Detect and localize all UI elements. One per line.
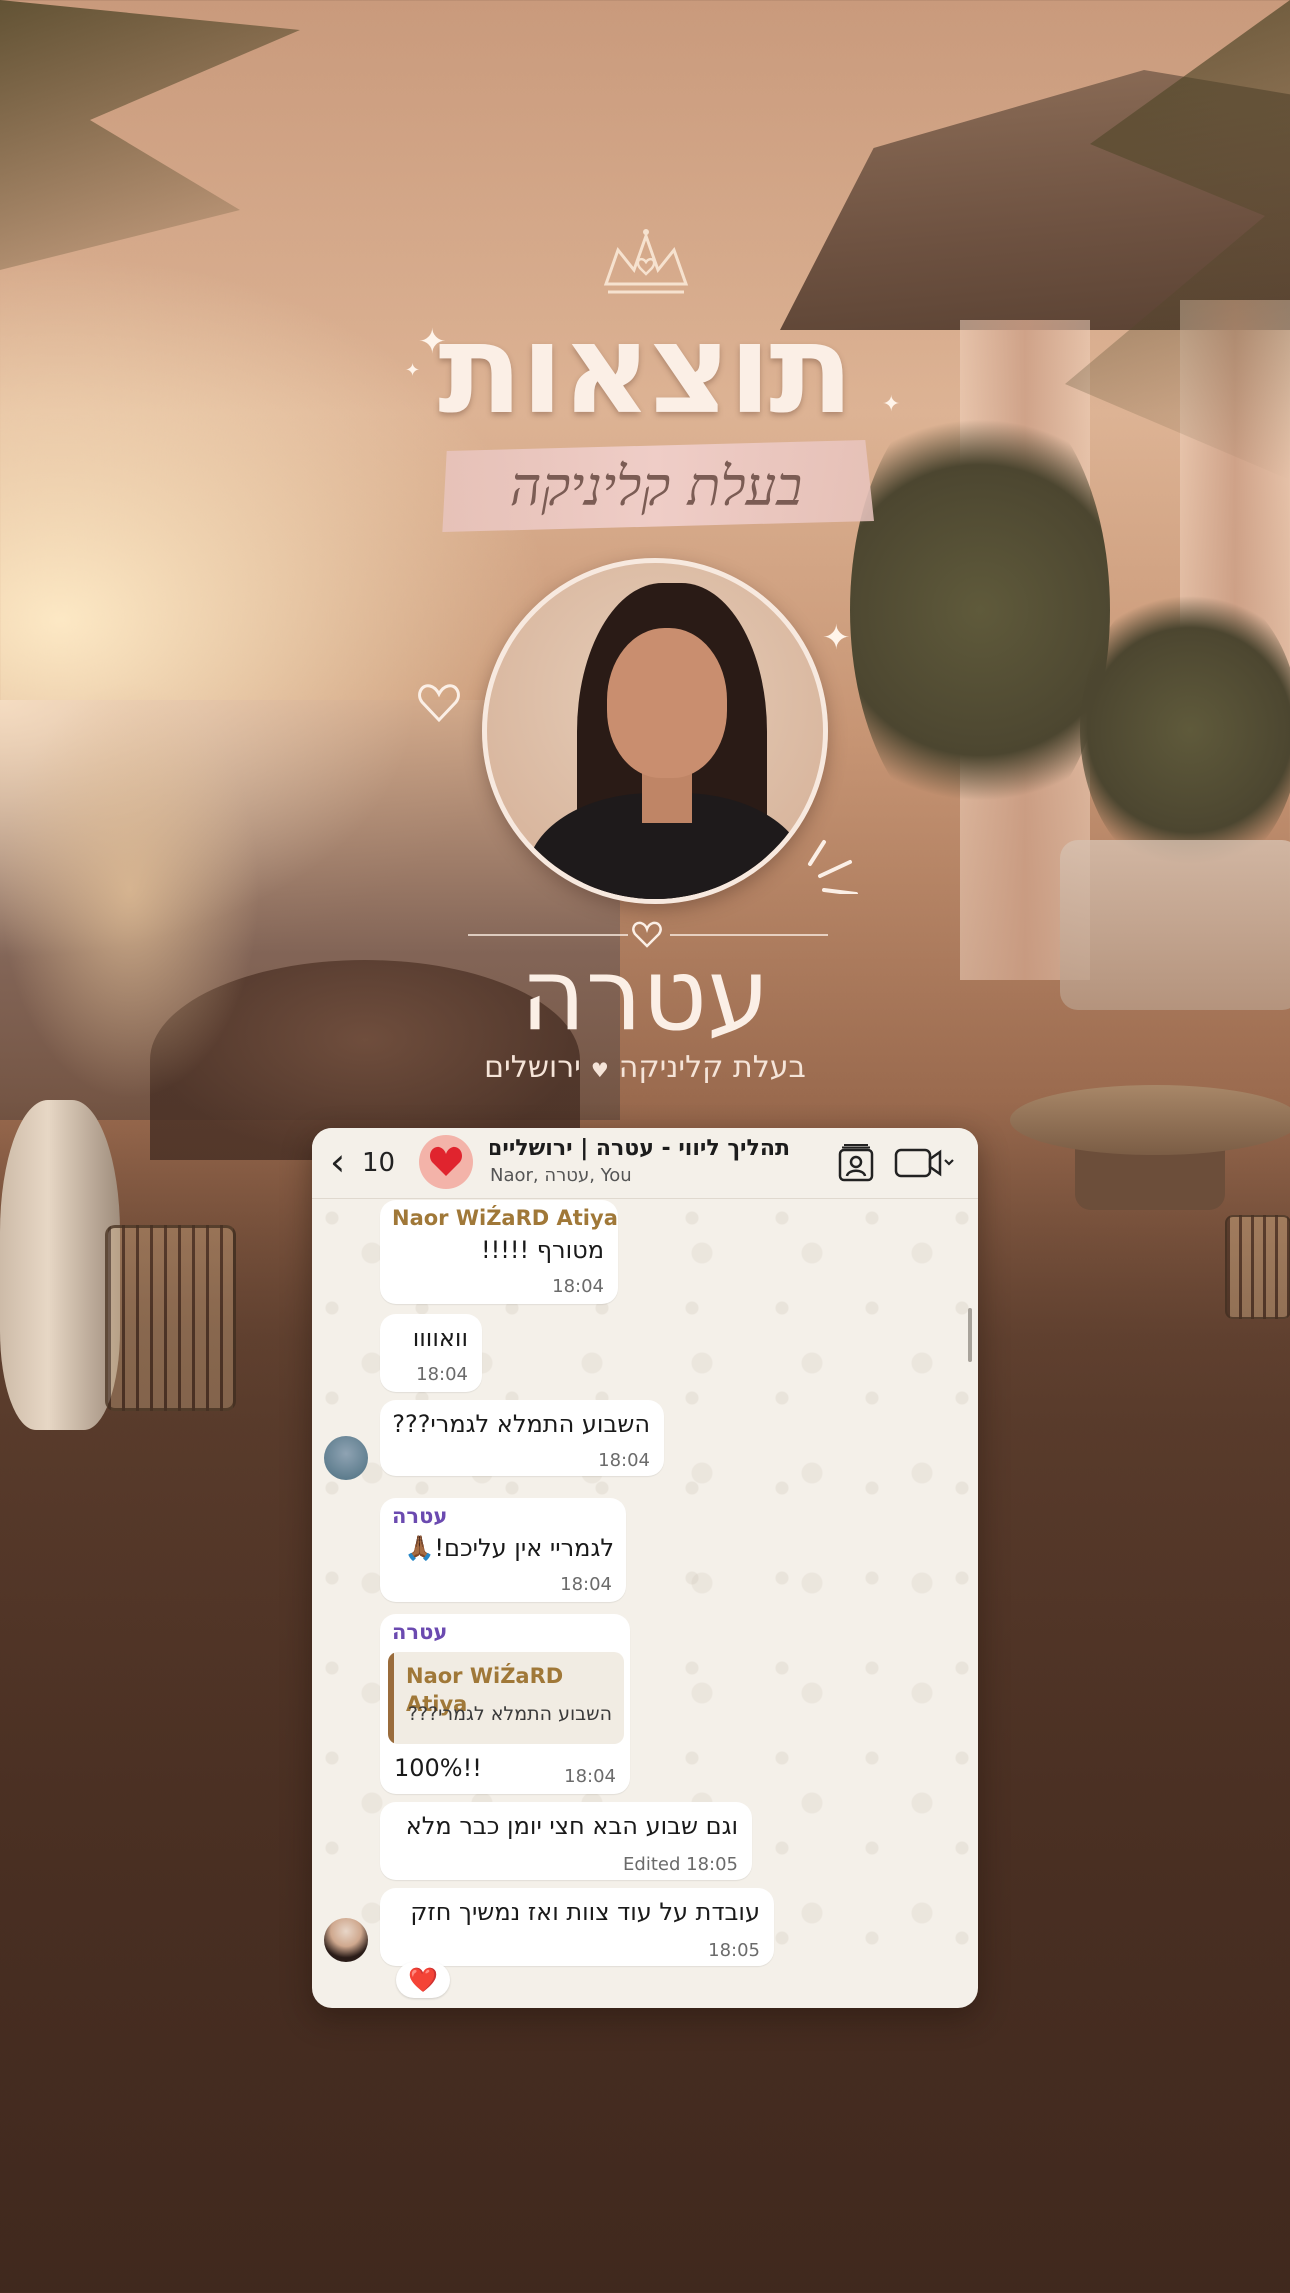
message-bubble[interactable]: עטרה לגמריי אין עליכם!🙏🏾 18:04 xyxy=(380,1498,626,1602)
message-bubble[interactable]: עובדת על עוד צוות ואז נמשיך חזק 18:05 xyxy=(380,1888,774,1966)
coffee-table xyxy=(1010,1085,1290,1155)
chat-header: ‹ 10 תהליך ליווי - עטרה | ירושליים... Na… xyxy=(312,1128,978,1199)
message-text: השבוע התמלא לגמרי??? xyxy=(392,1410,650,1438)
pampas-grass xyxy=(0,680,260,1100)
sofa xyxy=(1060,840,1290,1010)
lantern-left xyxy=(105,1225,236,1411)
page-title: תוצאות xyxy=(438,298,854,442)
message-time: 18:04 xyxy=(416,1364,468,1385)
vase xyxy=(0,1100,120,1430)
greenery-left xyxy=(850,380,1110,840)
message-bubble[interactable]: וואוווו 18:04 xyxy=(380,1314,482,1392)
profile-subtitle: בעלת קליניקה ♥ ירושלים xyxy=(395,1046,895,1092)
subtitle-city: ירושלים xyxy=(484,1050,581,1085)
message-time: 18:04 xyxy=(564,1766,616,1787)
quoted-message[interactable]: Naor WiŹaRD Atiya השבוע התמלא לגמרי??? xyxy=(388,1652,624,1744)
group-members[interactable]: Naor, עטרה, You xyxy=(490,1164,790,1188)
message-text: 100%!! xyxy=(394,1754,482,1782)
ribbon-text: בעלת קליניקה xyxy=(509,455,803,518)
chevron-left-icon[interactable]: ‹ xyxy=(330,1142,345,1182)
scrollbar[interactable] xyxy=(968,1308,972,1362)
message-text: מטורף !!!!! xyxy=(480,1236,604,1264)
heart-outline-icon xyxy=(418,684,460,723)
quote-text: השבוע התמלא לגמרי??? xyxy=(407,1703,612,1725)
profile-photo xyxy=(482,558,828,904)
message-text: עובדת על עוד צוות ואז נמשיך חזק xyxy=(410,1898,760,1926)
video-call-icon[interactable] xyxy=(894,1146,956,1180)
avatar[interactable] xyxy=(324,1436,368,1480)
heart-icon xyxy=(429,1146,463,1176)
avatar[interactable] xyxy=(324,1918,368,1962)
sender-name: עטרה xyxy=(392,1504,448,1528)
crown-icon xyxy=(603,229,689,294)
profile-name: עטרה xyxy=(520,936,770,1053)
back-count[interactable]: 10 xyxy=(362,1148,395,1178)
message-time: 18:04 xyxy=(598,1450,650,1471)
sender-name: Naor WiŹaRD Atiya xyxy=(392,1206,618,1230)
heart-reaction-icon[interactable]: ❤️ xyxy=(396,1962,450,1998)
message-time: 18:04 xyxy=(560,1574,612,1595)
greenery-right xyxy=(1080,580,1290,880)
group-title[interactable]: תהליך ליווי - עטרה | ירושליים... xyxy=(490,1134,790,1164)
quote-bar xyxy=(388,1652,394,1744)
subtitle-role: בעלת קליניקה xyxy=(618,1050,806,1085)
message-bubble[interactable]: Naor WiŹaRD Atiya מטורף !!!!! 18:04 xyxy=(380,1200,618,1304)
message-time: 18:04 xyxy=(552,1276,604,1297)
group-avatar[interactable] xyxy=(419,1135,473,1189)
message-time: 18:05 xyxy=(708,1940,760,1961)
message-bubble[interactable]: וגם שבוע הבא חצי יומן כבר מלא Edited 18:… xyxy=(380,1802,752,1880)
message-text: לגמריי אין עליכם!🙏🏾 xyxy=(404,1534,614,1562)
message-bubble[interactable]: השבוע התמלא לגמרי??? 18:04 xyxy=(380,1400,664,1476)
lantern-right xyxy=(1225,1215,1290,1319)
burst-lines-icon xyxy=(808,840,858,894)
sparkle-icon: ✦ xyxy=(822,618,851,658)
palm-leaves-left xyxy=(0,0,300,270)
sender-name: עטרה xyxy=(392,1620,448,1644)
heart-icon: ♥ xyxy=(590,1058,609,1082)
message-text: וגם שבוע הבא חצי יומן כבר מלא xyxy=(405,1812,738,1840)
chat-window: ‹ 10 תהליך ליווי - עטרה | ירושליים... Na… xyxy=(312,1128,978,2008)
contact-card-icon[interactable] xyxy=(836,1142,876,1182)
message-bubble[interactable]: עטרה Naor WiŹaRD Atiya השבוע התמלא לגמרי… xyxy=(380,1614,630,1794)
message-text: וואוווו xyxy=(412,1324,468,1352)
message-time: Edited 18:05 xyxy=(623,1854,738,1875)
